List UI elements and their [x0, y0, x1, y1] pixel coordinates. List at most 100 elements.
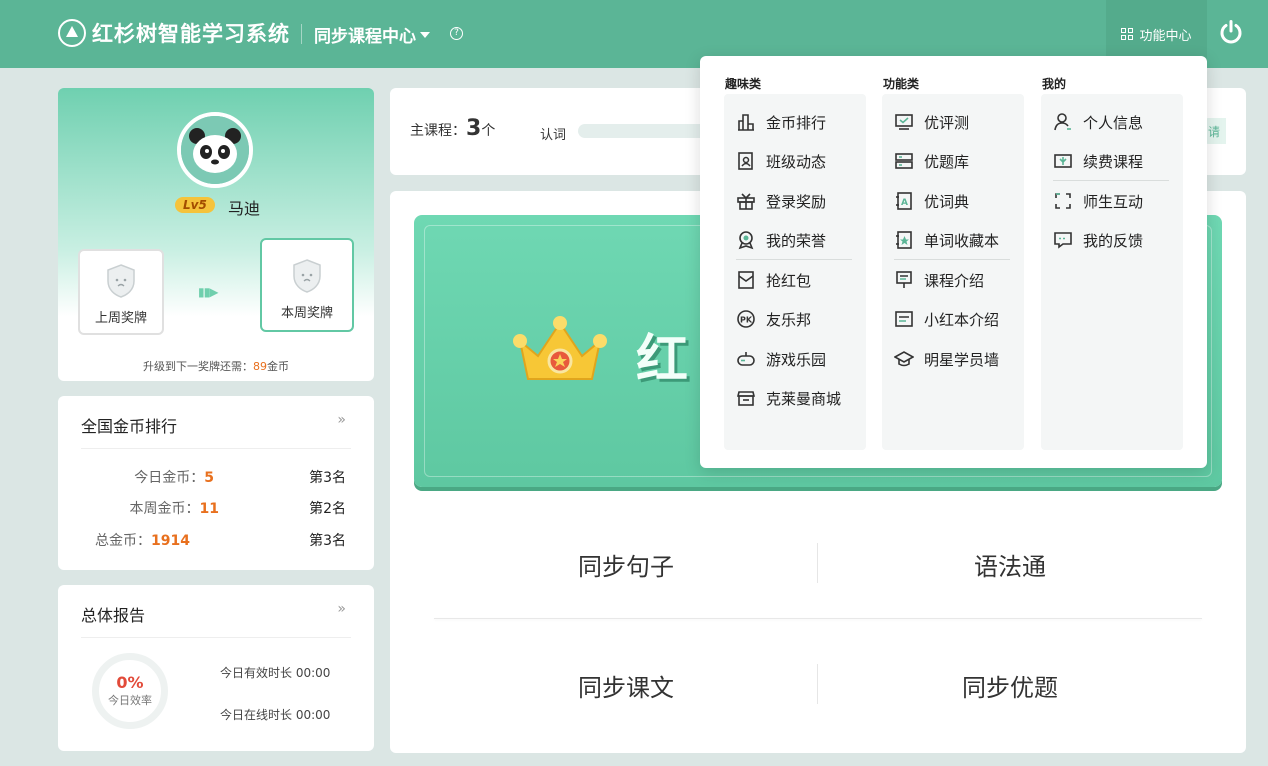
svg-text:A: A	[901, 198, 908, 208]
menu-item-profile-info[interactable]: 个人信息	[1053, 110, 1143, 134]
svg-text:PK: PK	[740, 316, 753, 325]
menu-item-course-intro[interactable]: 课程介绍	[894, 268, 984, 292]
menu-item-login-reward[interactable]: 登录奖励	[736, 189, 826, 213]
rank-row-label: 总金币：1914	[95, 533, 190, 549]
menu-item-dictionary[interactable]: A 优词典	[894, 189, 969, 213]
module-grammar[interactable]: 语法通	[818, 537, 1202, 597]
help-icon[interactable]: ?	[450, 27, 463, 40]
dictionary-icon: A	[896, 192, 912, 210]
store-icon	[736, 391, 756, 406]
profile-card: Lv5 马迪 上周奖牌 ▮▮▶ 本周奖牌 升级到下一奖牌还需：89金币	[58, 88, 374, 381]
avatar[interactable]	[177, 112, 253, 188]
rank-row-position: 第3名	[309, 533, 346, 549]
this-week-medal[interactable]: 本周奖牌	[260, 238, 354, 332]
menu-item-question-bank[interactable]: 优题库	[894, 149, 969, 173]
renew-icon	[1054, 154, 1072, 168]
power-icon[interactable]	[1218, 19, 1244, 45]
menu-item-word-book[interactable]: 单词收藏本	[894, 228, 999, 252]
panda-avatar-icon	[181, 116, 249, 184]
graduation-cap-icon	[894, 351, 914, 367]
brand[interactable]: 红杉树智能学习系统	[58, 18, 290, 48]
gift-icon	[737, 193, 755, 210]
more-icon[interactable]: »	[337, 412, 346, 428]
brand-name: 红杉树智能学习系统	[92, 22, 290, 46]
function-center-dropdown: 趣味类 功能类 我的 金币排行 班级动态 登录奖励 我的荣誉 抢红包 PK 友乐…	[700, 56, 1207, 468]
gamepad-icon	[737, 352, 755, 366]
user-icon	[1054, 113, 1071, 131]
monitor-check-icon	[895, 114, 913, 130]
menu-item-kelaiman-store[interactable]: 克莱曼商城	[736, 386, 841, 410]
func-center-label: 功能中心	[1139, 28, 1192, 44]
database-icon	[895, 153, 913, 169]
course-center-label: 同步课程中心	[314, 27, 416, 47]
divider	[81, 448, 351, 449]
shield-icon	[107, 264, 135, 298]
divider	[81, 637, 351, 638]
coin-rank-title: 全国金币排行	[81, 417, 178, 436]
upgrade-hint: 升级到下一奖牌还需：89金币	[58, 358, 374, 374]
brand-logo-icon	[58, 19, 86, 47]
mine-column: 个人信息 续费课程 师生互动 我的反馈	[1041, 94, 1183, 450]
presentation-icon	[896, 271, 912, 288]
menu-item-my-honors[interactable]: 我的荣誉	[736, 228, 826, 252]
caret-down-icon	[420, 31, 430, 38]
rank-row-label: 本周金币：11	[129, 501, 219, 517]
rank-row-position: 第3名	[309, 470, 346, 486]
last-week-medal[interactable]: 上周奖牌	[78, 249, 164, 335]
efficiency-label: 今日效率	[108, 694, 152, 707]
menu-item-red-packet[interactable]: 抢红包	[736, 268, 811, 292]
menu-item-game-park[interactable]: 游戏乐园	[736, 347, 826, 371]
pk-icon: PK	[737, 310, 755, 328]
menu-item-class-feed[interactable]: 班级动态	[736, 149, 826, 173]
menu-item-renew-course[interactable]: 续费课程	[1053, 149, 1143, 173]
shield-icon	[293, 259, 321, 293]
fun-column-title: 趣味类	[725, 77, 762, 91]
bar-chart-icon	[738, 114, 754, 131]
coin-rank-card: 全国金币排行 » 今日金币：5 第3名 本周金币：11 第2名 总金币：1914…	[58, 396, 374, 570]
overall-report-card: 总体报告 » 0% 今日效率 今日有效时长 00:00 今日在线时长 00:00	[58, 585, 374, 751]
report-title: 总体报告	[81, 606, 146, 625]
this-week-medal-label: 本周奖牌	[280, 306, 333, 321]
menu-item-star-students[interactable]: 明星学员墙	[894, 347, 999, 371]
course-center-dropdown[interactable]: 同步课程中心	[314, 22, 430, 47]
menu-item-youlebang[interactable]: PK 友乐邦	[736, 307, 811, 331]
main-course-count: 3	[466, 116, 482, 141]
menu-item-evaluation[interactable]: 优评测	[894, 110, 969, 134]
valid-time: 今日有效时长 00:00	[220, 666, 331, 680]
upgrade-suffix: 金币	[267, 360, 289, 373]
rank-row-label: 今日金币：5	[134, 470, 214, 486]
main-course-unit: 个	[481, 123, 496, 139]
word-progress-bar	[578, 124, 718, 138]
last-week-medal-label: 上周奖牌	[94, 311, 147, 326]
menu-item-teacher-student[interactable]: 师生互动	[1053, 189, 1143, 213]
separator	[736, 259, 852, 260]
main-course-stat: 主课程：3个	[410, 116, 495, 141]
func-column: 优评测 优题库 A 优词典 单词收藏本 课程介绍 小红本介绍 明星学员墙	[882, 94, 1024, 450]
menu-item-feedback[interactable]: 我的反馈	[1053, 228, 1143, 252]
crown-icon	[513, 316, 607, 380]
mine-column-title: 我的	[1042, 77, 1067, 91]
arrow-right-icon: ▮▮▶	[198, 285, 218, 299]
upgrade-coins: 89	[253, 360, 267, 373]
user-name: 马迪	[228, 199, 261, 218]
func-column-title: 功能类	[883, 77, 920, 91]
upgrade-prefix: 升级到下一奖牌还需：	[143, 360, 253, 373]
bookmark-book-icon	[896, 231, 912, 249]
online-time: 今日在线时长 00:00	[220, 708, 331, 722]
module-sync-text[interactable]: 同步课文	[434, 658, 818, 718]
document-icon	[895, 311, 913, 327]
grid-icon	[1121, 28, 1134, 40]
module-row-divider	[434, 618, 1202, 619]
header-divider	[301, 24, 302, 44]
chat-icon	[1054, 232, 1072, 249]
red-packet-icon	[738, 271, 754, 289]
module-sync-sentence[interactable]: 同步句子	[434, 537, 818, 597]
efficiency-ring: 0% 今日效率	[92, 653, 168, 729]
fun-column: 金币排行 班级动态 登录奖励 我的荣誉 抢红包 PK 友乐邦 游戏乐园 克莱曼商…	[724, 94, 866, 450]
menu-item-coin-rank[interactable]: 金币排行	[736, 110, 826, 134]
more-icon[interactable]: »	[337, 601, 346, 617]
main-course-label: 主课程：	[410, 123, 466, 139]
module-sync-questions[interactable]: 同步优题	[818, 658, 1202, 718]
frame-icon	[1055, 193, 1071, 209]
menu-item-red-book-intro[interactable]: 小红本介绍	[894, 307, 999, 331]
